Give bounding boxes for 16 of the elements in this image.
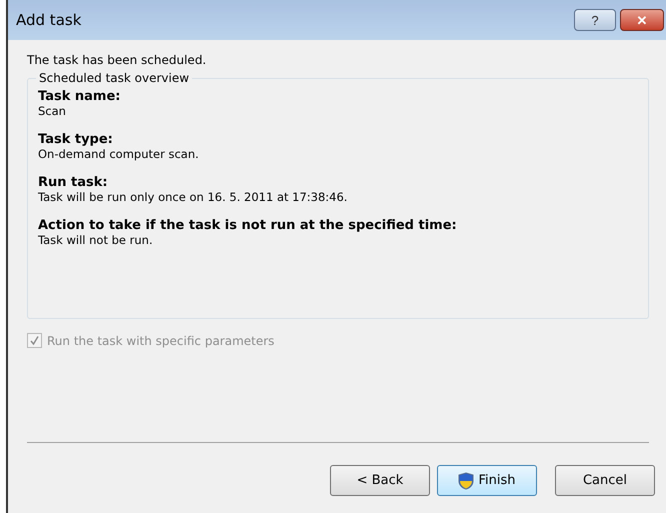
field-label: Action to take if the task is not run at the specified time:	[38, 218, 458, 233]
group-title: Scheduled task overview	[38, 71, 190, 85]
shield-icon	[458, 472, 474, 490]
back-button[interactable]: < Back	[330, 465, 430, 496]
field-label: Task name:	[38, 89, 122, 104]
window-title: Add task	[16, 11, 82, 29]
field-value: Scan	[38, 104, 67, 118]
field-label: Run task:	[38, 175, 109, 190]
status-message: The task has been scheduled.	[27, 53, 208, 67]
field-label: Task type:	[38, 132, 114, 147]
cancel-button[interactable]: Cancel	[555, 465, 655, 496]
finish-button[interactable]: Finish	[437, 465, 537, 496]
field-value: Task will be run only once on 16. 5. 2011 at 17:38:46.	[38, 190, 348, 204]
field-value: Task will not be run.	[38, 233, 154, 247]
field-value: On-demand computer scan.	[38, 147, 200, 161]
help-button[interactable]: ?	[574, 9, 616, 31]
